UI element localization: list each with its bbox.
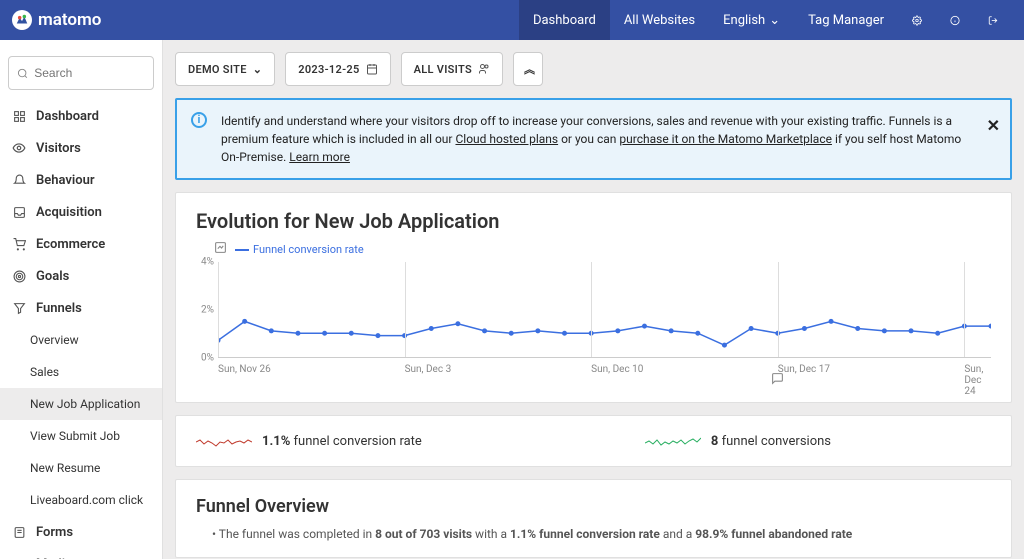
chart-settings-icon[interactable] bbox=[214, 241, 227, 258]
grid-icon bbox=[12, 110, 26, 123]
sidebar-item-goals[interactable]: Goals bbox=[0, 260, 162, 292]
sidebar-item-dashboard[interactable]: Dashboard bbox=[0, 100, 162, 132]
line-chart[interactable]: 0%2%4% Sun, Nov 26Sun, Dec 3Sun, Dec 10S… bbox=[196, 262, 991, 382]
sidebar-item-media[interactable]: Media bbox=[0, 548, 162, 559]
settings-icon[interactable] bbox=[898, 0, 936, 40]
chart-legend: Funnel conversion rate bbox=[235, 243, 364, 256]
sidebar-item-funnels[interactable]: Funnels bbox=[0, 292, 162, 324]
target-icon bbox=[12, 270, 26, 283]
funnel-overview-card: Funnel Overview • The funnel was complet… bbox=[175, 479, 1012, 558]
info-banner: i ✕ Identify and understand where your v… bbox=[175, 98, 1012, 180]
bell-icon bbox=[12, 174, 26, 187]
sidebar-item-visitors[interactable]: Visitors bbox=[0, 132, 162, 164]
collapse-button[interactable]: ︽ bbox=[513, 52, 543, 86]
sidebar-item-acquisition[interactable]: Acquisition bbox=[0, 196, 162, 228]
sidebar-sub-new-resume[interactable]: New Resume bbox=[0, 452, 162, 484]
stat-conversion-rate: 1.1% funnel conversion rate bbox=[196, 432, 422, 450]
eye-icon bbox=[12, 141, 26, 155]
segment-selector[interactable]: ALL VISITS bbox=[401, 52, 503, 86]
stat-conversions: 8 funnel conversions bbox=[645, 432, 831, 450]
signout-icon[interactable] bbox=[974, 0, 1012, 40]
inbox-icon bbox=[12, 206, 26, 219]
chevron-down-icon: ⌄ bbox=[253, 63, 263, 76]
date-selector[interactable]: 2023-12-25 bbox=[285, 52, 390, 86]
form-icon bbox=[12, 526, 26, 539]
top-navigation: matomo Dashboard All Websites English⌄ T… bbox=[0, 0, 1024, 40]
cart-icon bbox=[12, 238, 26, 251]
chevron-down-icon: ⌄ bbox=[769, 13, 780, 28]
nav-dashboard[interactable]: Dashboard bbox=[519, 0, 610, 40]
link-learn-more[interactable]: Learn more bbox=[289, 150, 350, 164]
overview-text: • The funnel was completed in 8 out of 7… bbox=[176, 517, 1011, 557]
close-icon[interactable]: ✕ bbox=[987, 114, 1000, 138]
summary-stats: 1.1% funnel conversion rate 8 funnel con… bbox=[175, 415, 1012, 467]
annotation-icon[interactable] bbox=[771, 372, 784, 389]
search-input[interactable] bbox=[8, 56, 154, 90]
overview-title: Funnel Overview bbox=[176, 480, 1011, 517]
sparkline-icon bbox=[645, 432, 701, 450]
link-marketplace[interactable]: purchase it on the Matomo Marketplace bbox=[619, 132, 832, 146]
brand-name: matomo bbox=[38, 10, 101, 30]
sidebar: DashboardVisitorsBehaviourAcquisitionEco… bbox=[0, 40, 163, 559]
evolution-chart-card: Evolution for New Job Application Funnel… bbox=[175, 192, 1012, 403]
search-icon bbox=[17, 67, 28, 80]
nav-tag-manager[interactable]: Tag Manager bbox=[794, 0, 898, 40]
chevron-up-double-icon: ︽ bbox=[524, 61, 532, 77]
sidebar-sub-new-job-application[interactable]: New Job Application bbox=[0, 388, 162, 420]
calendar-icon bbox=[366, 63, 378, 75]
info-icon: i bbox=[191, 112, 207, 128]
sidebar-sub-sales[interactable]: Sales bbox=[0, 356, 162, 388]
nav-language[interactable]: English⌄ bbox=[709, 0, 794, 40]
nav-all-websites[interactable]: All Websites bbox=[610, 0, 709, 40]
sidebar-sub-overview[interactable]: Overview bbox=[0, 324, 162, 356]
sidebar-item-forms[interactable]: Forms bbox=[0, 516, 162, 548]
info-icon[interactable] bbox=[936, 0, 974, 40]
sparkline-icon bbox=[196, 432, 252, 450]
brand-logo[interactable]: matomo bbox=[12, 10, 101, 30]
sidebar-item-behaviour[interactable]: Behaviour bbox=[0, 164, 162, 196]
site-selector[interactable]: DEMO SITE ⌄ bbox=[175, 52, 275, 86]
funnel-icon bbox=[12, 302, 26, 315]
sidebar-item-ecommerce[interactable]: Ecommerce bbox=[0, 228, 162, 260]
side-menu: DashboardVisitorsBehaviourAcquisitionEco… bbox=[0, 100, 162, 559]
logo-icon bbox=[12, 10, 32, 30]
chart-title: Evolution for New Job Application bbox=[196, 209, 991, 233]
main-content: DEMO SITE ⌄ 2023-12-25 ALL VISITS ︽ i ✕ … bbox=[163, 40, 1024, 559]
link-cloud-plans[interactable]: Cloud hosted plans bbox=[455, 132, 558, 146]
sidebar-sub-liveaboard-com-click[interactable]: Liveaboard.com click bbox=[0, 484, 162, 516]
sidebar-sub-view-submit-job[interactable]: View Submit Job bbox=[0, 420, 162, 452]
people-icon bbox=[478, 63, 490, 75]
